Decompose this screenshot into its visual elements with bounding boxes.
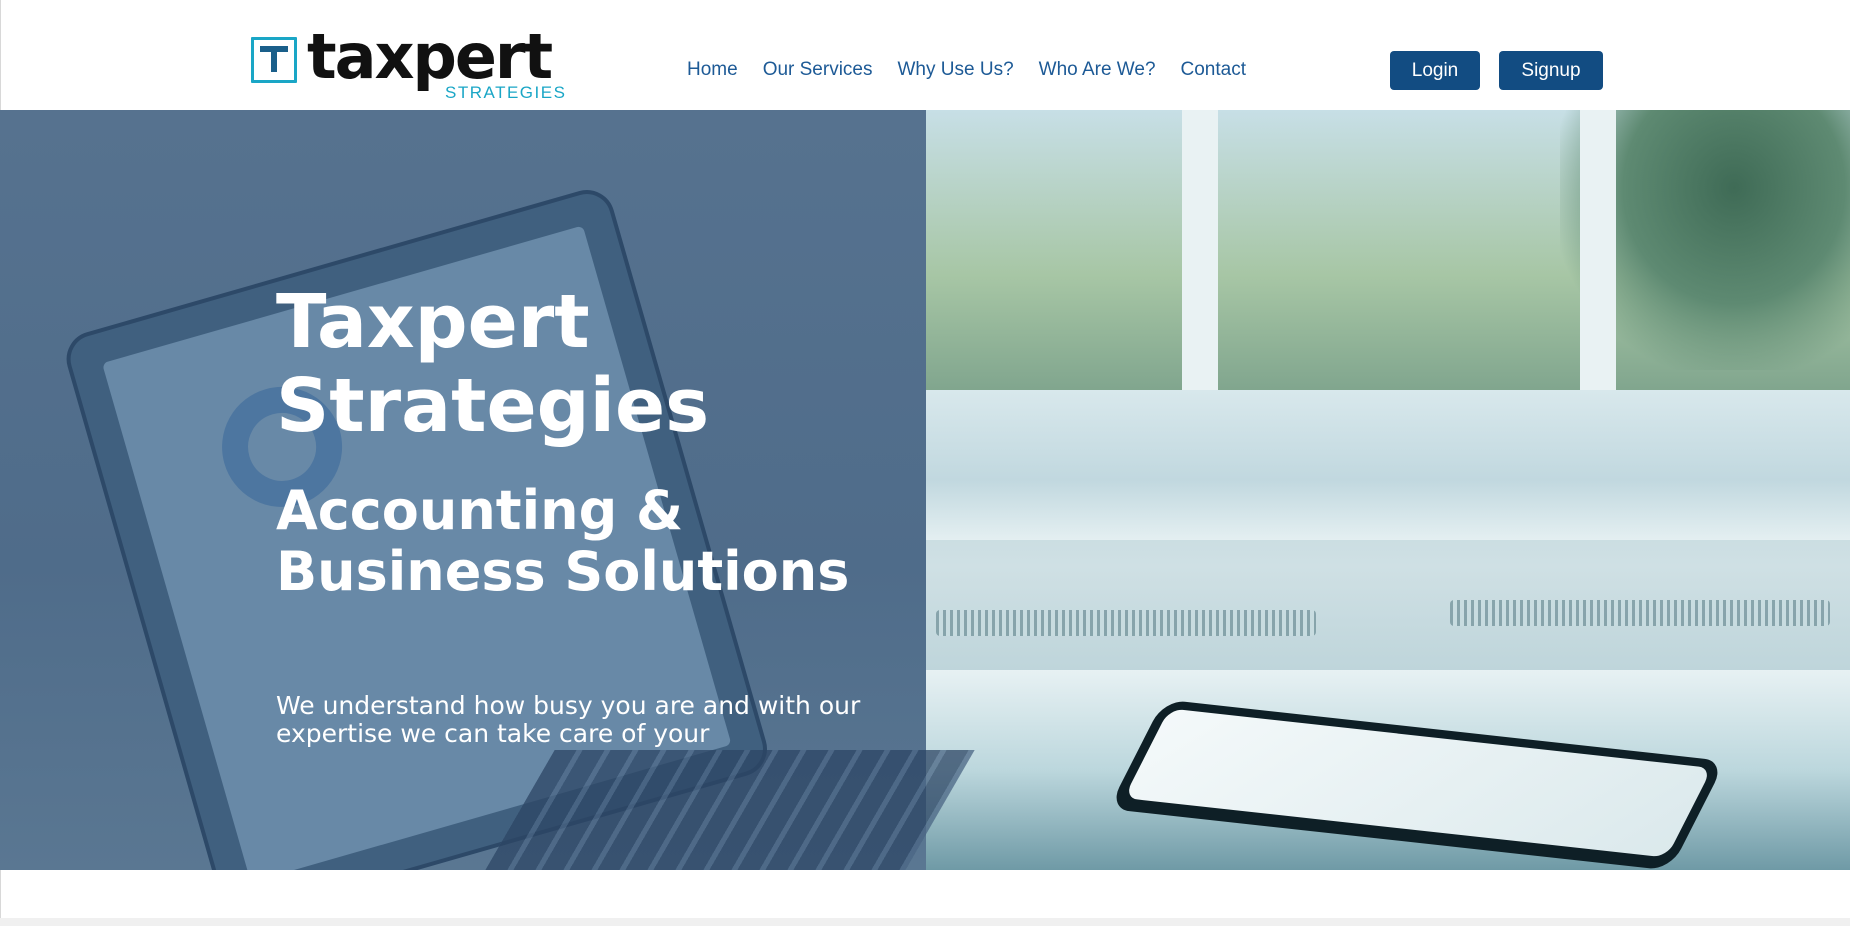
hero-section: Taxpert Strategies Accounting & Business… bbox=[0, 110, 1850, 870]
vent bbox=[1450, 600, 1830, 626]
hero-description: We understand how busy you are and with … bbox=[276, 691, 861, 748]
logo-wordmark: taxpert bbox=[307, 20, 553, 93]
nav-our-services[interactable]: Our Services bbox=[763, 58, 873, 82]
hero-subtitle: Accounting & Business Solutions bbox=[276, 479, 850, 603]
laptop-keyboard bbox=[485, 750, 975, 870]
window-sill bbox=[926, 390, 1850, 540]
nav-why-use-us[interactable]: Why Use Us? bbox=[898, 58, 1014, 82]
login-button[interactable]: Login bbox=[1390, 51, 1480, 90]
vent bbox=[936, 610, 1316, 636]
signup-button[interactable]: Signup bbox=[1499, 51, 1603, 90]
hero-title: Taxpert Strategies bbox=[276, 279, 710, 449]
content-section-start bbox=[0, 870, 1850, 918]
site-header: taxpert STRATEGIES Home Our Services Why… bbox=[0, 0, 1850, 110]
main-nav: Home Our Services Why Use Us? Who Are We… bbox=[687, 58, 1246, 82]
window-frame bbox=[1182, 110, 1218, 400]
nav-contact[interactable]: Contact bbox=[1181, 58, 1246, 82]
logo-t-icon bbox=[251, 37, 297, 83]
nav-home[interactable]: Home bbox=[687, 58, 738, 82]
logo-tagline: STRATEGIES bbox=[445, 83, 567, 102]
nav-who-are-we[interactable]: Who Are We? bbox=[1039, 58, 1156, 82]
window-frame bbox=[1580, 110, 1616, 390]
